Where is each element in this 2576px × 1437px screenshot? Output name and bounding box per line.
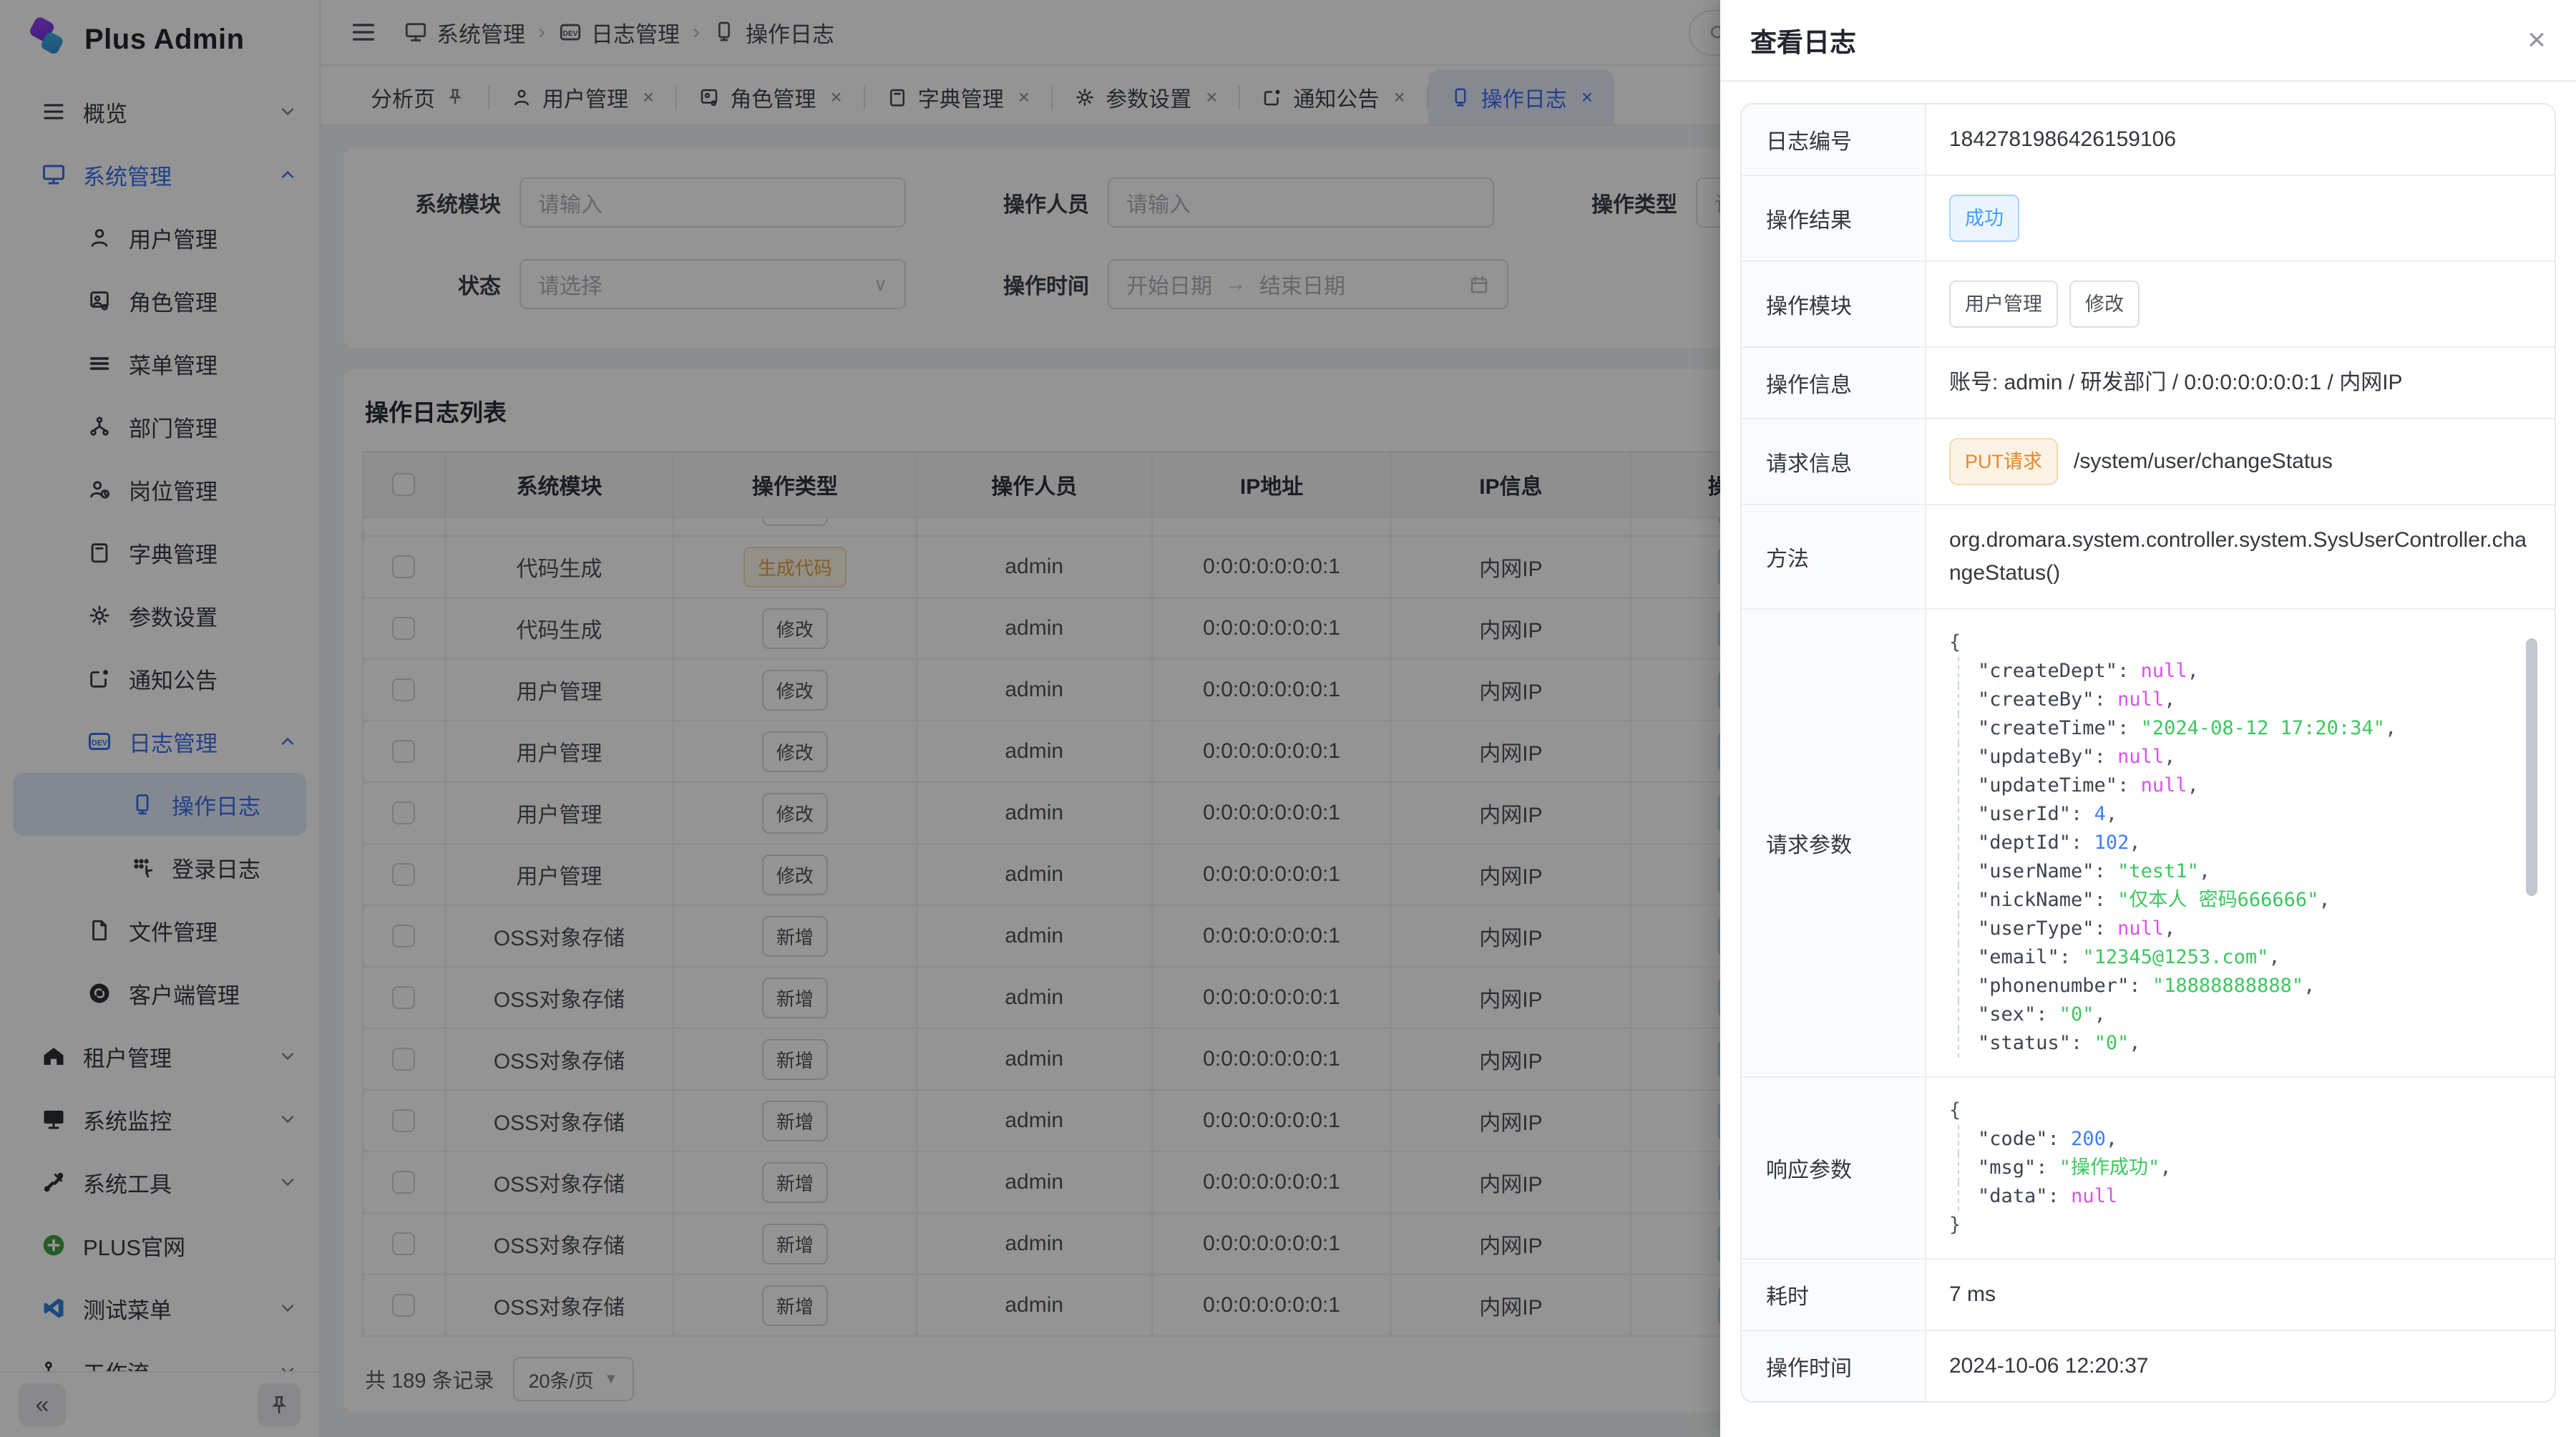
result-tag: 成功 [1949, 195, 2019, 242]
response-params-code: {"code": 200,"msg": "操作成功","data": null} [1949, 1096, 2533, 1239]
duration-value: 7 ms [1926, 1260, 2555, 1330]
log-id-value: 1842781986426159106 [1926, 104, 2555, 175]
detail-row-method: 方法 org.dromara.system.controller.system.… [1742, 505, 2555, 610]
detail-row-request: 请求信息 PUT请求 /system/user/changeStatus [1742, 419, 2555, 505]
close-icon[interactable]: × [2527, 24, 2546, 56]
request-params-code[interactable]: {"createDept": null,"createBy": null,"cr… [1949, 628, 2533, 1058]
detail-row-request-params: 请求参数 {"createDept": null,"createBy": nul… [1742, 610, 2555, 1078]
http-method-tag: PUT请求 [1949, 438, 2058, 485]
request-url: /system/user/changeStatus [2074, 445, 2333, 478]
detail-row-duration: 耗时 7 ms [1742, 1260, 2555, 1331]
drawer-header: 查看日志 × [1720, 0, 2576, 82]
module-tag: 用户管理 [1949, 281, 2058, 328]
java-method-value: org.dromara.system.controller.system.Sys… [1926, 505, 2555, 608]
view-log-drawer: 查看日志 × 日志编号 1842781986426159106 操作结果 成功 … [1720, 0, 2576, 1437]
operation-info-value: 账号: admin / 研发部门 / 0:0:0:0:0:0:0:1 / 内网I… [1926, 348, 2555, 418]
detail-row-log-id: 日志编号 1842781986426159106 [1742, 104, 2555, 176]
code-scrollbar[interactable] [2526, 638, 2537, 896]
detail-row-module: 操作模块 用户管理 修改 [1742, 262, 2555, 348]
operation-time-value: 2024-10-06 12:20:37 [1926, 1331, 2555, 1401]
drawer-title: 查看日志 [1750, 21, 1856, 59]
module-action-tag: 修改 [2069, 281, 2140, 328]
detail-row-operation-time: 操作时间 2024-10-06 12:20:37 [1742, 1331, 2555, 1401]
detail-row-info: 操作信息 账号: admin / 研发部门 / 0:0:0:0:0:0:0:1 … [1742, 348, 2555, 419]
drawer-body: 日志编号 1842781986426159106 操作结果 成功 操作模块 用户… [1720, 82, 2576, 1424]
detail-row-response-params: 响应参数 {"code": 200,"msg": "操作成功","data": … [1742, 1078, 2555, 1260]
log-detail-table: 日志编号 1842781986426159106 操作结果 成功 操作模块 用户… [1740, 103, 2556, 1403]
detail-row-result: 操作结果 成功 [1742, 176, 2555, 262]
